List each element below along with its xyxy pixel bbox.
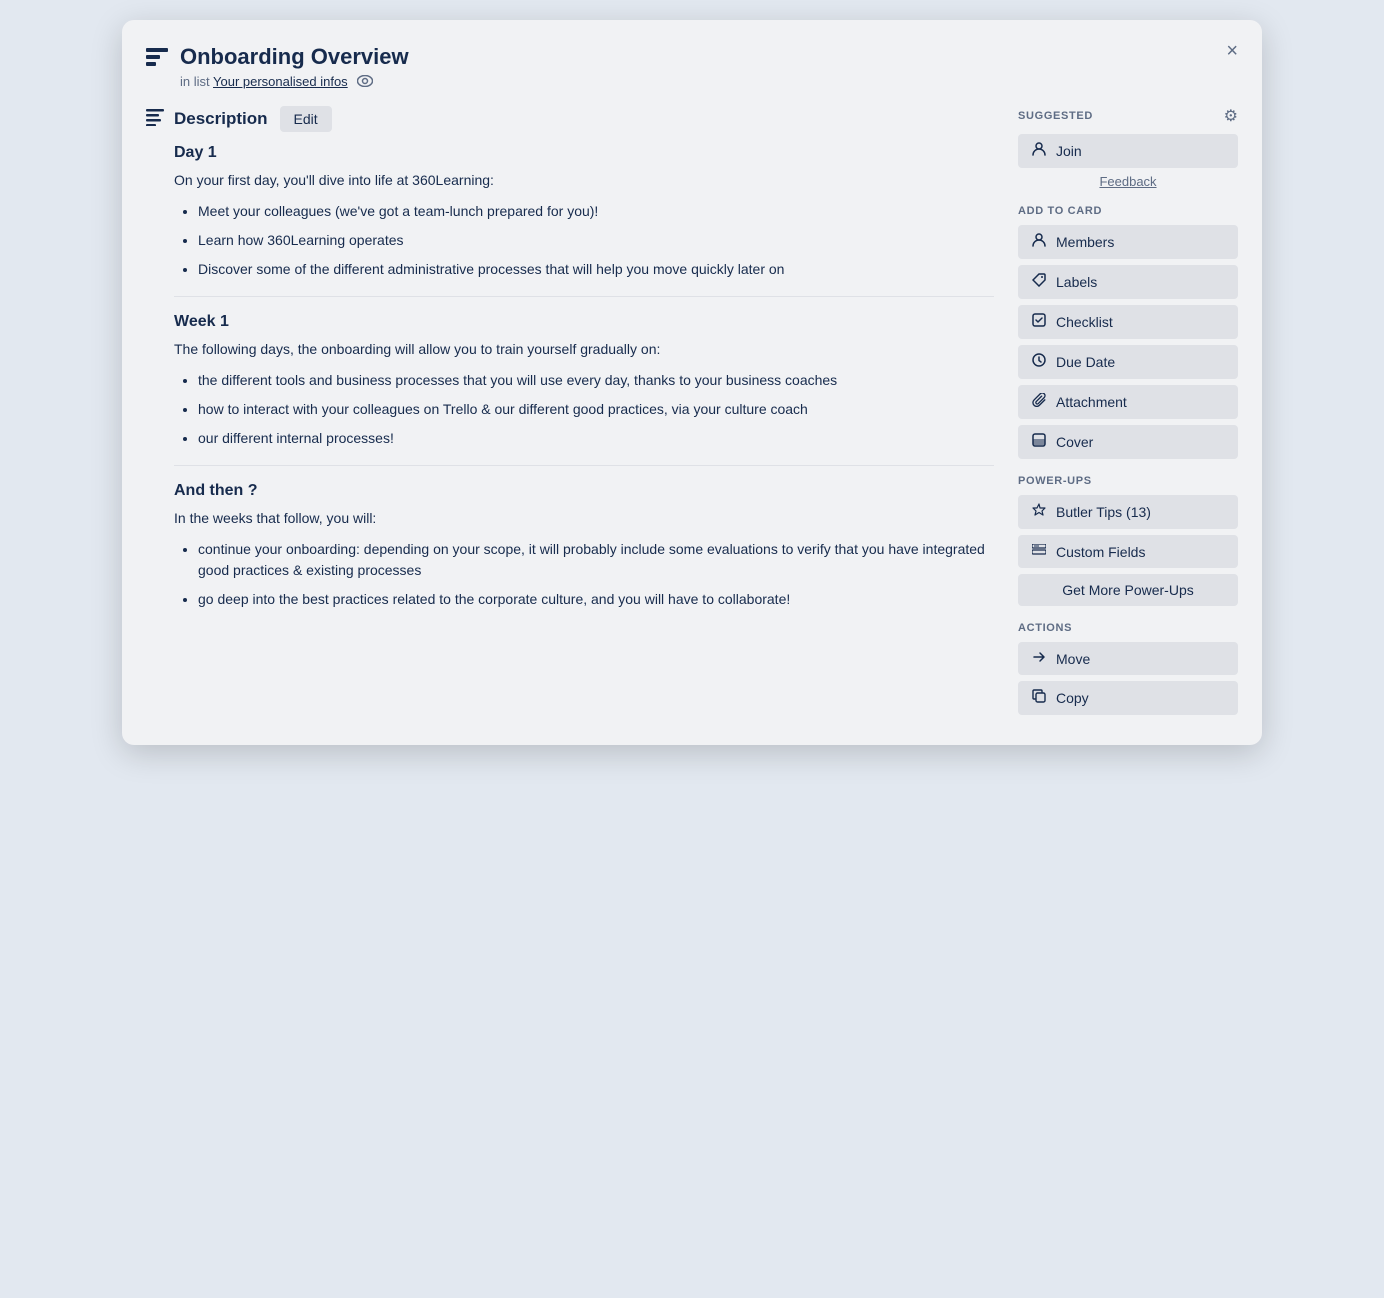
add-to-card-label: ADD TO CARD: [1018, 205, 1238, 217]
section-andthen-list: continue your onboarding: depending on y…: [174, 539, 994, 610]
description-icon: [146, 108, 164, 131]
header-text: Onboarding Overview in list Your persona…: [180, 44, 409, 90]
description-body: Day 1 On your first day, you'll dive int…: [146, 144, 994, 610]
section-divider: [174, 465, 994, 466]
clock-icon: [1030, 353, 1048, 371]
card-subtitle: in list Your personalised infos: [180, 74, 409, 90]
attachment-icon: [1030, 393, 1048, 411]
list-item: continue your onboarding: depending on y…: [198, 539, 994, 581]
members-label: Members: [1056, 234, 1114, 250]
checklist-icon: [1030, 313, 1048, 331]
card-modal: Onboarding Overview in list Your persona…: [122, 20, 1262, 745]
label-icon: [1030, 273, 1048, 291]
list-item: Learn how 360Learning operates: [198, 230, 994, 251]
card-icon: [146, 48, 168, 71]
cover-label: Cover: [1056, 434, 1093, 450]
section-day1-title: Day 1: [174, 144, 994, 162]
list-item: Meet your colleagues (we've got a team-l…: [198, 201, 994, 222]
move-button[interactable]: Move: [1018, 642, 1238, 675]
butler-tips-label: Butler Tips (13): [1056, 504, 1151, 520]
person-icon: [1030, 142, 1048, 160]
card-title: Onboarding Overview: [180, 44, 409, 70]
feedback-button[interactable]: Feedback: [1018, 174, 1238, 189]
list-item: how to interact with your colleagues on …: [198, 399, 994, 420]
description-title: Description: [174, 109, 268, 129]
close-button[interactable]: ×: [1218, 36, 1246, 67]
custom-fields-icon: [1030, 543, 1048, 560]
list-item: our different internal processes!: [198, 428, 994, 449]
members-button[interactable]: Members: [1018, 225, 1238, 259]
section-andthen-title: And then ?: [174, 482, 994, 500]
checklist-button[interactable]: Checklist: [1018, 305, 1238, 339]
section-divider: [174, 296, 994, 297]
labels-label: Labels: [1056, 274, 1097, 290]
members-icon: [1030, 233, 1048, 251]
section-day1-intro: On your first day, you'll dive into life…: [174, 170, 994, 191]
due-date-label: Due Date: [1056, 354, 1115, 370]
cover-button[interactable]: Cover: [1018, 425, 1238, 459]
section-day1-list: Meet your colleagues (we've got a team-l…: [174, 201, 994, 280]
join-label: Join: [1056, 143, 1082, 159]
section-week1-list: the different tools and business process…: [174, 370, 994, 449]
edit-button[interactable]: Edit: [280, 106, 332, 132]
list-link[interactable]: Your personalised infos: [213, 74, 348, 89]
power-ups-label: POWER-UPS: [1018, 475, 1238, 487]
main-content: Description Edit Day 1 On your first day…: [146, 106, 994, 721]
butler-tips-button[interactable]: Butler Tips (13): [1018, 495, 1238, 529]
copy-icon: [1030, 689, 1048, 707]
description-header: Description Edit: [146, 106, 994, 132]
settings-icon-button[interactable]: ⚙: [1224, 106, 1238, 126]
get-more-power-ups-button[interactable]: Get More Power-Ups: [1018, 574, 1238, 606]
section-week1-intro: The following days, the onboarding will …: [174, 339, 994, 360]
due-date-button[interactable]: Due Date: [1018, 345, 1238, 379]
list-item: go deep into the best practices related …: [198, 589, 994, 610]
list-item: Discover some of the different administr…: [198, 259, 994, 280]
custom-fields-button[interactable]: Custom Fields: [1018, 535, 1238, 568]
cover-icon: [1030, 433, 1048, 451]
list-item: the different tools and business process…: [198, 370, 994, 391]
actions-label: ACTIONS: [1018, 622, 1238, 634]
suggested-label: SUGGESTED ⚙: [1018, 106, 1238, 126]
custom-fields-label: Custom Fields: [1056, 544, 1145, 560]
sidebar: SUGGESTED ⚙ Join Feedback ADD TO CARD: [1018, 106, 1238, 721]
section-week1-title: Week 1: [174, 313, 994, 331]
attachment-label: Attachment: [1056, 394, 1127, 410]
checklist-label: Checklist: [1056, 314, 1113, 330]
labels-button[interactable]: Labels: [1018, 265, 1238, 299]
butler-icon: [1030, 503, 1048, 521]
modal-body: Description Edit Day 1 On your first day…: [146, 106, 1238, 721]
section-andthen-intro: In the weeks that follow, you will:: [174, 508, 994, 529]
watch-icon: [357, 75, 373, 90]
attachment-button[interactable]: Attachment: [1018, 385, 1238, 419]
move-label: Move: [1056, 651, 1090, 667]
move-icon: [1030, 650, 1048, 667]
join-button[interactable]: Join: [1018, 134, 1238, 168]
modal-header: Onboarding Overview in list Your persona…: [146, 44, 1238, 90]
copy-button[interactable]: Copy: [1018, 681, 1238, 715]
copy-label: Copy: [1056, 690, 1089, 706]
